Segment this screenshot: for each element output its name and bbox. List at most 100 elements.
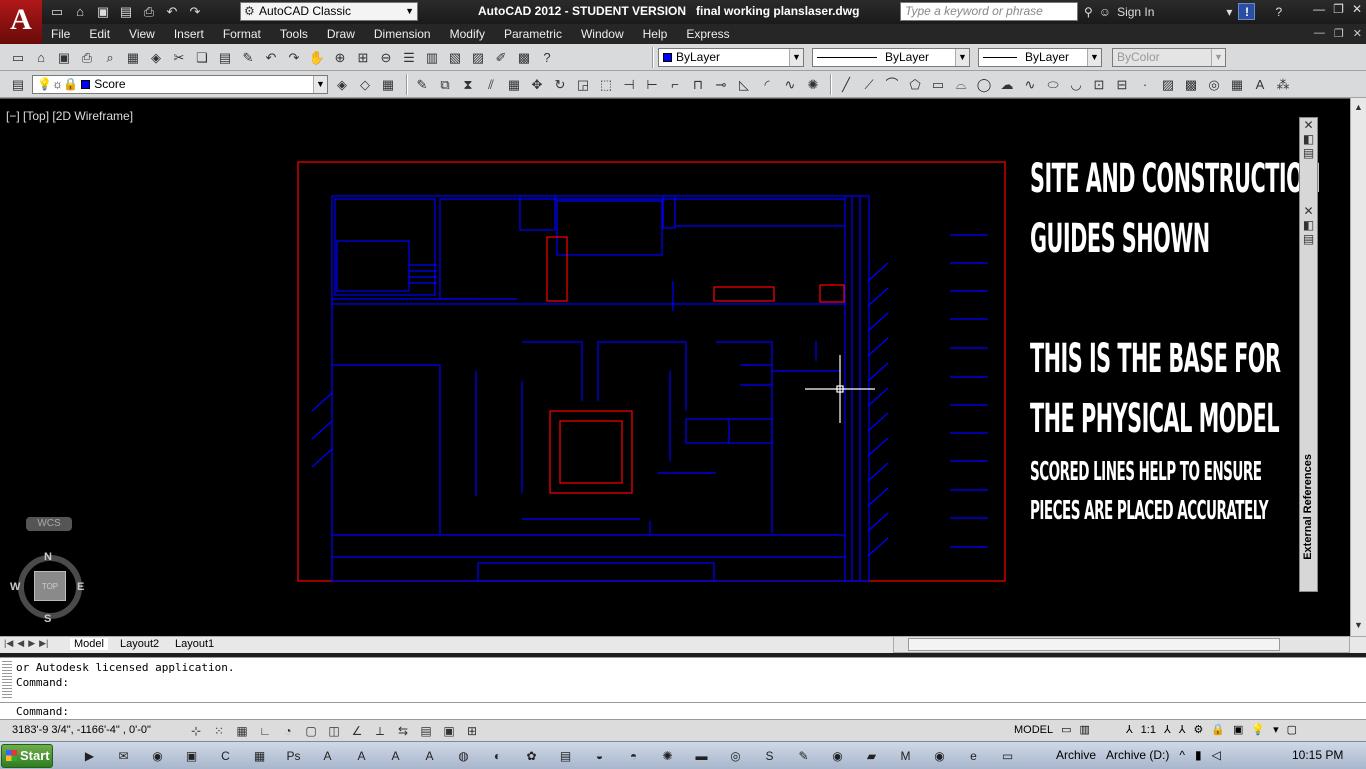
polar-icon[interactable]: ◔ xyxy=(278,722,298,740)
spline-icon[interactable]: ∿ xyxy=(1020,75,1040,94)
snap-mode-icon[interactable]: ⁙ xyxy=(209,722,229,740)
cut-icon[interactable]: ✂ xyxy=(169,48,189,67)
color-control[interactable]: ByLayer ▼ xyxy=(658,48,804,67)
chevron-down-icon[interactable]: ▾ xyxy=(1226,5,1232,19)
doc-restore-icon[interactable]: ❐ xyxy=(1334,27,1344,40)
ie-icon[interactable]: e xyxy=(960,746,987,766)
command-grip[interactable] xyxy=(2,661,12,699)
menu-express[interactable]: Express xyxy=(677,24,739,44)
break-icon[interactable]: ⌐ xyxy=(665,75,685,94)
menu-insert[interactable]: Insert xyxy=(165,24,214,44)
network-icon[interactable]: ▮ xyxy=(1195,748,1202,762)
redo-icon[interactable]: ↷ xyxy=(186,3,204,20)
save-as-icon[interactable]: ▤ xyxy=(117,3,135,20)
open-icon[interactable]: ⌂ xyxy=(31,48,51,67)
app-icon[interactable]: ◎ xyxy=(722,746,749,766)
properties-icon[interactable]: ☰ xyxy=(399,48,419,67)
volume-icon[interactable]: ◁ xyxy=(1212,748,1221,762)
annotation-visibility-icon[interactable]: ⅄ xyxy=(1164,723,1171,736)
insert-block-icon[interactable]: ⊡ xyxy=(1089,75,1109,94)
app-icon[interactable]: ✺ xyxy=(654,746,681,766)
save-icon[interactable]: ▣ xyxy=(94,3,112,20)
circle-icon[interactable]: ◯ xyxy=(974,75,994,94)
undo-icon[interactable]: ↶ xyxy=(261,48,281,67)
ellipse-icon[interactable]: ⬭ xyxy=(1043,75,1063,94)
layer-control[interactable]: 💡☼🔒 Score ▼ xyxy=(32,75,328,94)
annotation-scale-icon[interactable]: ⅄ xyxy=(1126,723,1133,736)
polygon-icon[interactable]: ⬠ xyxy=(905,75,925,94)
explorer-icon[interactable]: ▭ xyxy=(994,746,1021,766)
infer-constraints-icon[interactable]: ⊹ xyxy=(186,722,206,740)
binoculars-icon[interactable]: ⚲ xyxy=(1084,5,1093,19)
gradient-icon[interactable]: ▩ xyxy=(1181,75,1201,94)
table-icon[interactable]: ▦ xyxy=(1227,75,1247,94)
exchange-icon[interactable]: ! xyxy=(1238,3,1256,20)
properties-icon[interactable]: ▤ xyxy=(1300,232,1317,246)
polyline-icon[interactable]: ⌒ xyxy=(882,75,902,94)
layer-states-icon[interactable]: ▦ xyxy=(378,75,398,94)
scroll-thumb[interactable] xyxy=(908,638,1280,651)
autocad-active-icon[interactable]: A xyxy=(416,746,443,766)
mirror-icon[interactable]: ⧗ xyxy=(458,75,478,94)
quick-view-icon[interactable]: ▥ xyxy=(1080,723,1090,736)
plot-preview-icon[interactable]: ⌕ xyxy=(100,48,120,67)
layer-previous-icon[interactable]: ◇ xyxy=(355,75,375,94)
taskbar-drive-archive[interactable]: Archive (D:) xyxy=(1106,748,1169,762)
new-icon[interactable]: ▭ xyxy=(48,3,66,20)
app-icon[interactable]: ◉ xyxy=(824,746,851,766)
arc-icon[interactable]: ⌓ xyxy=(951,75,971,94)
zoom-realtime-icon[interactable]: ⊕ xyxy=(330,48,350,67)
design-center-icon[interactable]: ▥ xyxy=(422,48,442,67)
last-tab-icon[interactable]: ▶| xyxy=(39,638,48,649)
drawing-canvas[interactable]: [−] [Top] [2D Wireframe] SITE AND CONSTR… xyxy=(0,98,1350,636)
erase-icon[interactable]: ✎ xyxy=(412,75,432,94)
isolate-objects-icon[interactable]: 💡 xyxy=(1251,723,1265,736)
application-status-icon[interactable]: ▾ xyxy=(1273,723,1279,736)
lineweight-icon[interactable]: ▤ xyxy=(416,722,436,740)
paste-icon[interactable]: ▤ xyxy=(215,48,235,67)
skype-icon[interactable]: S xyxy=(756,746,783,766)
undo-icon[interactable]: ↶ xyxy=(163,3,181,20)
viewcube-top-face[interactable]: TOP xyxy=(34,571,66,601)
autocad-icon[interactable]: A xyxy=(348,746,375,766)
pdf-icon[interactable]: ▤ xyxy=(552,746,579,766)
scroll-down-icon[interactable]: ▼ xyxy=(1354,620,1363,630)
vertical-scrollbar[interactable]: ▲ ▼ xyxy=(1350,98,1366,636)
pan-icon[interactable]: ✋ xyxy=(307,48,327,67)
markup-icon[interactable]: ✐ xyxy=(491,48,511,67)
dyn-icon[interactable]: ⇆ xyxy=(393,722,413,740)
construction-line-icon[interactable]: ⟋ xyxy=(859,75,879,94)
start-button[interactable]: Start xyxy=(1,744,53,768)
zoom-window-icon[interactable]: ⊞ xyxy=(353,48,373,67)
app-icon[interactable]: ◍ xyxy=(450,746,477,766)
lineweight-control[interactable]: ByLayer ▼ xyxy=(978,48,1102,67)
viewcube[interactable]: TOP N S E W xyxy=(10,547,90,627)
help-icon[interactable]: ? xyxy=(1275,5,1282,19)
ortho-icon[interactable]: ∟ xyxy=(255,722,275,740)
tray-expand-icon[interactable]: ^ xyxy=(1179,748,1185,762)
doc-close-icon[interactable]: ✕ xyxy=(1353,27,1362,40)
otrack-icon[interactable]: ∠ xyxy=(347,722,367,740)
chrome-icon[interactable]: ◉ xyxy=(144,746,171,766)
sign-in-button[interactable]: Sign In xyxy=(1117,5,1154,19)
quick-properties-icon[interactable]: ⊞ xyxy=(462,722,482,740)
hatch-icon[interactable]: ▨ xyxy=(1158,75,1178,94)
point-icon[interactable]: · xyxy=(1135,75,1155,94)
3d-dwf-icon[interactable]: ◈ xyxy=(146,48,166,67)
open-icon[interactable]: ⌂ xyxy=(71,3,89,20)
line-icon[interactable]: ╱ xyxy=(836,75,856,94)
blend-icon[interactable]: ∿ xyxy=(780,75,800,94)
workspace-dropdown[interactable]: ⚙ AutoCAD Classic ▼ xyxy=(240,2,418,21)
add-selected-icon[interactable]: ⁂ xyxy=(1273,75,1293,94)
trim-icon[interactable]: ⊣ xyxy=(619,75,639,94)
zoom-previous-icon[interactable]: ⊖ xyxy=(376,48,396,67)
rotate-icon[interactable]: ↻ xyxy=(550,75,570,94)
menu-edit[interactable]: Edit xyxy=(80,24,120,44)
app-icon[interactable]: ▬ xyxy=(688,746,715,766)
close-icon[interactable]: ✕ xyxy=(1352,2,1362,16)
lock-icon[interactable]: 🔒 xyxy=(1211,723,1225,736)
chrome-icon[interactable]: ◉ xyxy=(926,746,953,766)
taskbar-toolbar-archive[interactable]: Archive xyxy=(1056,748,1096,762)
make-block-icon[interactable]: ⊟ xyxy=(1112,75,1132,94)
plot-icon[interactable]: ⎙ xyxy=(140,3,158,20)
